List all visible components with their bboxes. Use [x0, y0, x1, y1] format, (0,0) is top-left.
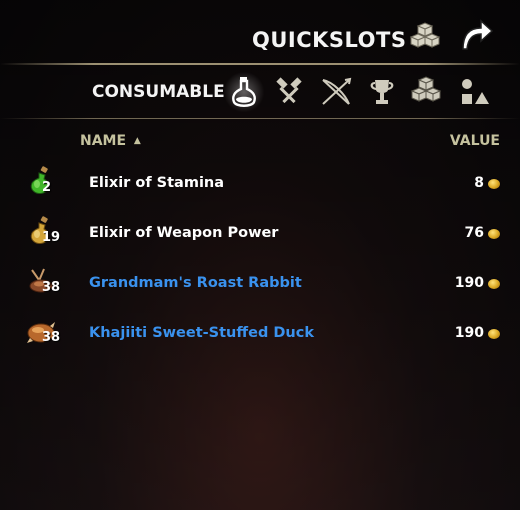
- item-name: Grandmam's Roast Rabbit: [89, 275, 302, 291]
- potion-tab[interactable]: [224, 72, 264, 112]
- gold-coin-icon: [488, 179, 500, 189]
- trophy-tab[interactable]: [362, 72, 402, 112]
- cubes-icon: [410, 76, 442, 102]
- item-name: Elixir of Stamina: [89, 175, 225, 191]
- list-item[interactable]: 38 Khajiiti Sweet-Stuffed Duck 190: [0, 310, 520, 358]
- collectibles-tab[interactable]: [406, 72, 446, 112]
- trophy-cup-icon: [370, 80, 394, 104]
- header-divider-bottom: [0, 118, 520, 119]
- item-value: 76: [464, 225, 484, 241]
- crossed-hammers-icon: [276, 77, 302, 104]
- gold-coin-icon: [488, 279, 500, 289]
- quickslot-cubes-icon[interactable]: [407, 20, 443, 56]
- siege-tab[interactable]: [316, 72, 356, 112]
- potion-flask-icon: [232, 77, 256, 107]
- item-name: Khajiiti Sweet-Stuffed Duck: [89, 325, 314, 341]
- list-item[interactable]: 2 Elixir of Stamina 8: [0, 160, 520, 208]
- filter-category-label: CONSUMABLE: [92, 82, 225, 102]
- item-quantity: 38: [42, 330, 61, 345]
- green-potion-icon: [30, 166, 49, 194]
- item-quantity: 2: [42, 180, 52, 195]
- page-title: QUICKSLOTS: [252, 28, 407, 52]
- item-quantity: 19: [42, 230, 61, 245]
- column-header-value[interactable]: VALUE: [450, 133, 500, 149]
- header-divider-top: [0, 63, 520, 65]
- item-value: 8: [474, 175, 484, 191]
- list-item[interactable]: 19 Elixir of Weapon Power 76: [0, 210, 520, 258]
- crafting-tab[interactable]: [269, 72, 309, 112]
- crossbow-siege-icon: [322, 77, 352, 105]
- item-quantity: 38: [42, 280, 61, 295]
- column-header-name[interactable]: NAME ▲: [80, 133, 141, 149]
- gold-coin-icon: [488, 329, 500, 339]
- item-value: 190: [454, 325, 484, 341]
- item-value: 190: [454, 275, 484, 291]
- return-arrow-icon[interactable]: [456, 14, 496, 54]
- item-name: Elixir of Weapon Power: [89, 225, 279, 241]
- quickslot-panel: QUICKSLOTS CONSUMABLE NAME ▲ VALUE 2 Eli…: [0, 0, 520, 510]
- list-item[interactable]: 38 Grandmam's Roast Rabbit 190: [0, 260, 520, 308]
- sort-ascending-icon: ▲: [133, 136, 141, 146]
- column-header-name-label: NAME: [80, 133, 127, 149]
- misc-tab[interactable]: [454, 72, 494, 112]
- shapes-icon: [462, 79, 489, 104]
- gold-coin-icon: [488, 229, 500, 239]
